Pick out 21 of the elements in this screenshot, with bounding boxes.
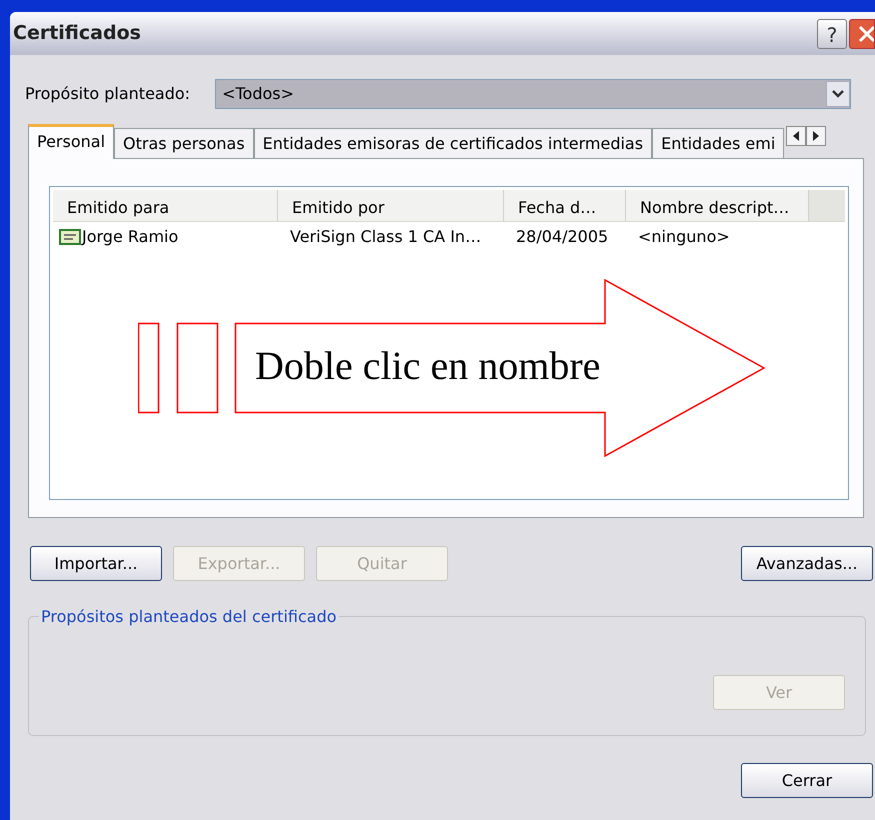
purpose-dropdown[interactable]: <Todos> [215, 79, 852, 109]
advanced-button[interactable]: Avanzadas... [741, 546, 873, 581]
purpose-label: Propósito planteado: [25, 83, 190, 105]
table-cell-text: <ninguno> [638, 226, 730, 248]
help-button[interactable]: ? [817, 18, 847, 48]
column-header[interactable]: Fecha d… [504, 190, 626, 221]
table-cell-text: 28/04/2005 [516, 226, 608, 248]
purpose-value: <Todos> [221, 83, 294, 105]
tab[interactable]: Otras personas [114, 128, 254, 159]
action-button[interactable]: Importar... [30, 546, 162, 581]
window-title: Certificados [13, 21, 141, 46]
column-header[interactable]: Emitido para [53, 190, 278, 221]
tab[interactable]: Entidades emi [652, 128, 784, 159]
table-cell-text: Jorge Ramio [82, 226, 178, 248]
tab[interactable]: Personal [28, 124, 114, 159]
table-row[interactable]: Jorge Ramio VeriSign Class 1 CA In… 28/04/2005 <ninguno> [53, 222, 845, 252]
table-cell-text: VeriSign Class 1 CA In… [290, 226, 482, 248]
annotation-text: Doble clic en nombre [255, 342, 600, 390]
close-dialog-button[interactable]: Cerrar [741, 763, 873, 798]
column-header[interactable]: Emitido por [278, 190, 504, 221]
tab[interactable]: Entidades emisoras de certificados intermedias [254, 128, 652, 159]
